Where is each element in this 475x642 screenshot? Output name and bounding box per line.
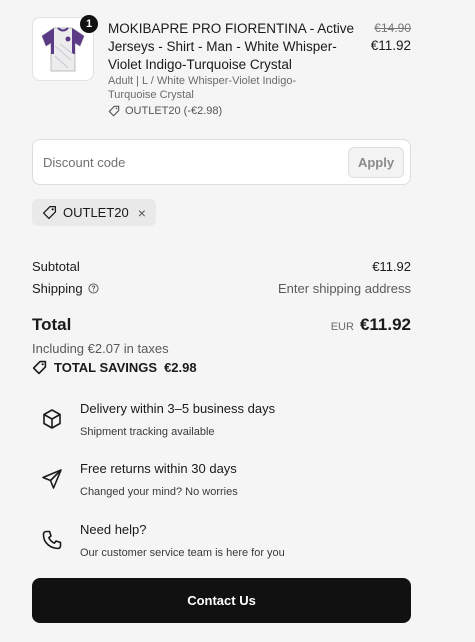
- product-variant: Adult | L / White Whisper-Violet Indigo-…: [108, 75, 297, 101]
- discount-form: Apply: [32, 139, 411, 185]
- perk-title: Delivery within 3–5 business days: [80, 401, 276, 416]
- tag-icon: [42, 205, 57, 220]
- apply-button[interactable]: Apply: [348, 147, 404, 178]
- product-title: MOKIBAPRE PRO FIORENTINA - Active Jersey…: [108, 21, 355, 72]
- phone-icon: [42, 530, 62, 550]
- applied-discount-chip: OUTLET20 ×: [32, 199, 156, 226]
- perk-help: Need help? Our customer service team is …: [40, 522, 400, 566]
- perk-title: Free returns within 30 days: [80, 461, 237, 476]
- current-price: €11.92: [370, 38, 411, 53]
- shipping-label: Shipping: [32, 281, 83, 296]
- taxes-note: Including €2.07 in taxes: [32, 341, 169, 356]
- perk-subtitle: Changed your mind? No worries: [80, 486, 238, 498]
- savings-value: €2.98: [164, 360, 197, 375]
- contact-us-button[interactable]: Contact Us: [32, 578, 411, 623]
- subtotal-row: Subtotal €11.92: [32, 259, 411, 274]
- applied-discount-code: OUTLET20: [63, 205, 129, 220]
- perk-subtitle: Shipment tracking available: [80, 426, 215, 438]
- total-label: Total: [32, 315, 72, 334]
- perk-delivery: Delivery within 3–5 business days Shipme…: [40, 401, 400, 445]
- total-row: Total EUR €11.92: [32, 315, 411, 335]
- shipping-row: Shipping Enter shipping address: [32, 281, 411, 296]
- savings-label: TOTAL SAVINGS: [54, 360, 158, 375]
- cart-line-item: 1 MOKIBAPRE PRO FIORENTINA - Active Jers…: [32, 15, 411, 127]
- tag-icon: [32, 360, 47, 375]
- currency-code: EUR: [330, 321, 354, 333]
- product-discount: OUTLET20 (-€2.98): [108, 105, 222, 117]
- perk-title: Need help?: [80, 522, 147, 537]
- remove-discount-icon[interactable]: ×: [138, 205, 146, 221]
- quantity-badge: 1: [80, 15, 98, 33]
- tag-icon: [108, 105, 120, 117]
- product-discount-label: OUTLET20 (-€2.98): [125, 105, 223, 117]
- help-circle-icon[interactable]: [88, 283, 99, 294]
- discount-code-input[interactable]: [43, 150, 333, 174]
- subtotal-value: €11.92: [372, 259, 411, 274]
- perk-returns: Free returns within 30 days Changed your…: [40, 461, 400, 505]
- subtotal-label: Subtotal: [32, 259, 80, 274]
- paper-plane-icon: [42, 469, 62, 489]
- total-value: €11.92: [359, 315, 411, 334]
- original-price: €14.90: [374, 21, 411, 35]
- box-icon: [43, 409, 61, 429]
- shipping-value: Enter shipping address: [278, 281, 411, 296]
- jersey-image: [41, 27, 85, 72]
- perk-subtitle: Our customer service team is here for yo…: [80, 547, 285, 559]
- total-savings: TOTAL SAVINGS €2.98: [32, 360, 411, 375]
